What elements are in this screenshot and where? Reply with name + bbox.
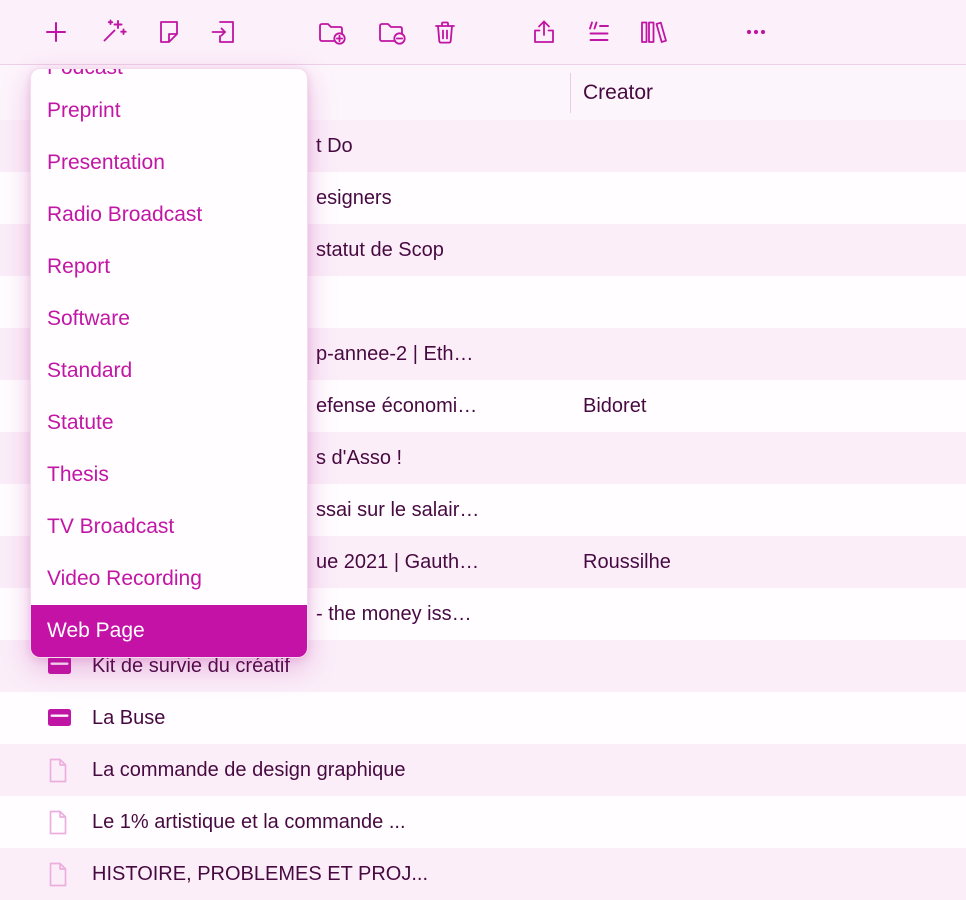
menu-item-software[interactable]: Software bbox=[31, 293, 307, 345]
menu-item-video-recording[interactable]: Video Recording bbox=[31, 553, 307, 605]
menu-item-web-page[interactable]: Web Page bbox=[31, 605, 307, 657]
menu-item-presentation[interactable]: Presentation bbox=[31, 137, 307, 189]
remove-collection-icon[interactable] bbox=[376, 16, 408, 48]
web-page-icon bbox=[46, 705, 74, 731]
list-item[interactable]: La Buse bbox=[0, 692, 966, 744]
menu-item-statute[interactable]: Statute bbox=[31, 397, 307, 449]
new-note-icon[interactable] bbox=[153, 16, 185, 48]
item-creator: Bidoret bbox=[583, 380, 646, 432]
list-item[interactable]: Le 1% artistique et la commande ... bbox=[0, 796, 966, 848]
creator-column-header[interactable]: Creator bbox=[583, 65, 653, 120]
item-title: s d'Asso ! bbox=[316, 432, 402, 484]
item-title: HISTOIRE, PROBLEMES ET PROJ... bbox=[92, 848, 428, 900]
citation-icon[interactable] bbox=[583, 16, 615, 48]
item-title: Le 1% artistique et la commande ... bbox=[92, 796, 406, 848]
export-icon[interactable] bbox=[528, 16, 560, 48]
column-divider bbox=[570, 73, 571, 113]
menu-item-standard[interactable]: Standard bbox=[31, 345, 307, 397]
menu-item-radio-broadcast[interactable]: Radio Broadcast bbox=[31, 189, 307, 241]
menu-item-podcast-clipped[interactable]: Podcast bbox=[31, 69, 307, 85]
trash-icon[interactable] bbox=[429, 16, 461, 48]
item-title: ue 2021 | Gauth… bbox=[316, 536, 479, 588]
document-icon bbox=[46, 861, 74, 887]
magic-wand-icon[interactable] bbox=[97, 16, 129, 48]
add-collection-icon[interactable] bbox=[316, 16, 348, 48]
import-document-icon[interactable] bbox=[208, 16, 240, 48]
item-title: p-annee-2 | Eth… bbox=[316, 328, 474, 380]
item-title: efense économi… bbox=[316, 380, 477, 432]
items-toolbar bbox=[0, 0, 966, 65]
item-title: ssai sur le salair… bbox=[316, 484, 479, 536]
menu-item-report[interactable]: Report bbox=[31, 241, 307, 293]
library-icon[interactable] bbox=[637, 16, 669, 48]
menu-item-tv-broadcast[interactable]: TV Broadcast bbox=[31, 501, 307, 553]
item-title: - the money iss… bbox=[316, 588, 472, 640]
item-title: t Do bbox=[316, 120, 353, 172]
list-item[interactable]: HISTOIRE, PROBLEMES ET PROJ... bbox=[0, 848, 966, 900]
item-title: La Buse bbox=[92, 692, 165, 744]
menu-item-thesis[interactable]: Thesis bbox=[31, 449, 307, 501]
document-icon bbox=[46, 809, 74, 835]
item-title: La commande de design graphique bbox=[92, 744, 406, 796]
item-title: esigners bbox=[316, 172, 392, 224]
item-type-menu: Podcast Preprint Presentation Radio Broa… bbox=[30, 68, 308, 658]
item-creator: Roussilhe bbox=[583, 536, 671, 588]
zotero-items-pane: Creator t Do esigners statut de Scop p-a… bbox=[0, 0, 966, 900]
menu-item-preprint[interactable]: Preprint bbox=[31, 85, 307, 137]
item-title: statut de Scop bbox=[316, 224, 444, 276]
more-options-icon[interactable] bbox=[740, 16, 772, 48]
new-item-plus-icon[interactable] bbox=[40, 16, 72, 48]
document-icon bbox=[46, 757, 74, 783]
list-item[interactable]: La commande de design graphique bbox=[0, 744, 966, 796]
